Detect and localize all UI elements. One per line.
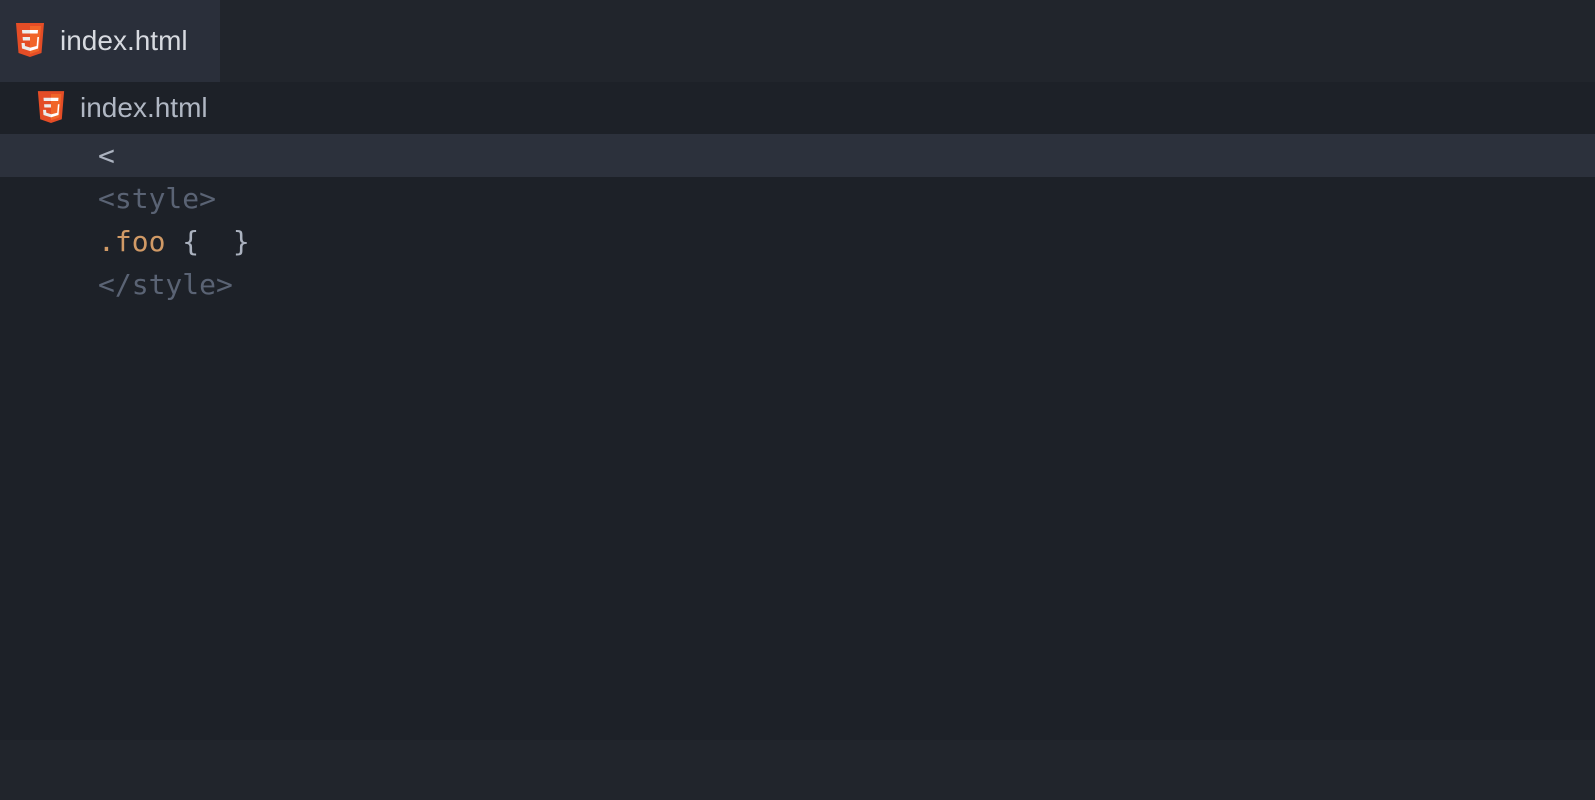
status-bar xyxy=(0,740,1595,800)
tab-bar: index.html xyxy=(0,0,1595,82)
code-token: style xyxy=(132,263,216,306)
code-token xyxy=(199,220,233,263)
code-line[interactable]: <style> xyxy=(98,177,1595,220)
code-line[interactable]: < xyxy=(98,134,1595,177)
code-token: style xyxy=(115,177,199,220)
code-token: } xyxy=(233,220,250,263)
code-token: > xyxy=(199,177,216,220)
html5-icon xyxy=(36,91,66,125)
code-line[interactable]: .foo { } xyxy=(98,220,1595,263)
code-line[interactable]: </style> xyxy=(98,263,1595,306)
code-token: < xyxy=(98,134,115,177)
code-token: > xyxy=(216,263,233,306)
code-token: { xyxy=(182,220,199,263)
tab-title: index.html xyxy=(60,25,188,57)
code-area[interactable]: <<style>.foo { }</style> xyxy=(98,134,1595,306)
breadcrumb-title[interactable]: index.html xyxy=(80,92,208,124)
html5-icon xyxy=(14,23,46,59)
code-token: foo xyxy=(115,220,166,263)
code-token: . xyxy=(98,220,115,263)
code-token: < xyxy=(98,177,115,220)
editor[interactable]: <<style>.foo { }</style> xyxy=(0,134,1595,740)
gutter xyxy=(0,134,98,740)
code-token xyxy=(165,220,182,263)
breadcrumb-bar: index.html xyxy=(0,82,1595,134)
code-token: </ xyxy=(98,263,132,306)
tab-index-html[interactable]: index.html xyxy=(0,0,220,82)
